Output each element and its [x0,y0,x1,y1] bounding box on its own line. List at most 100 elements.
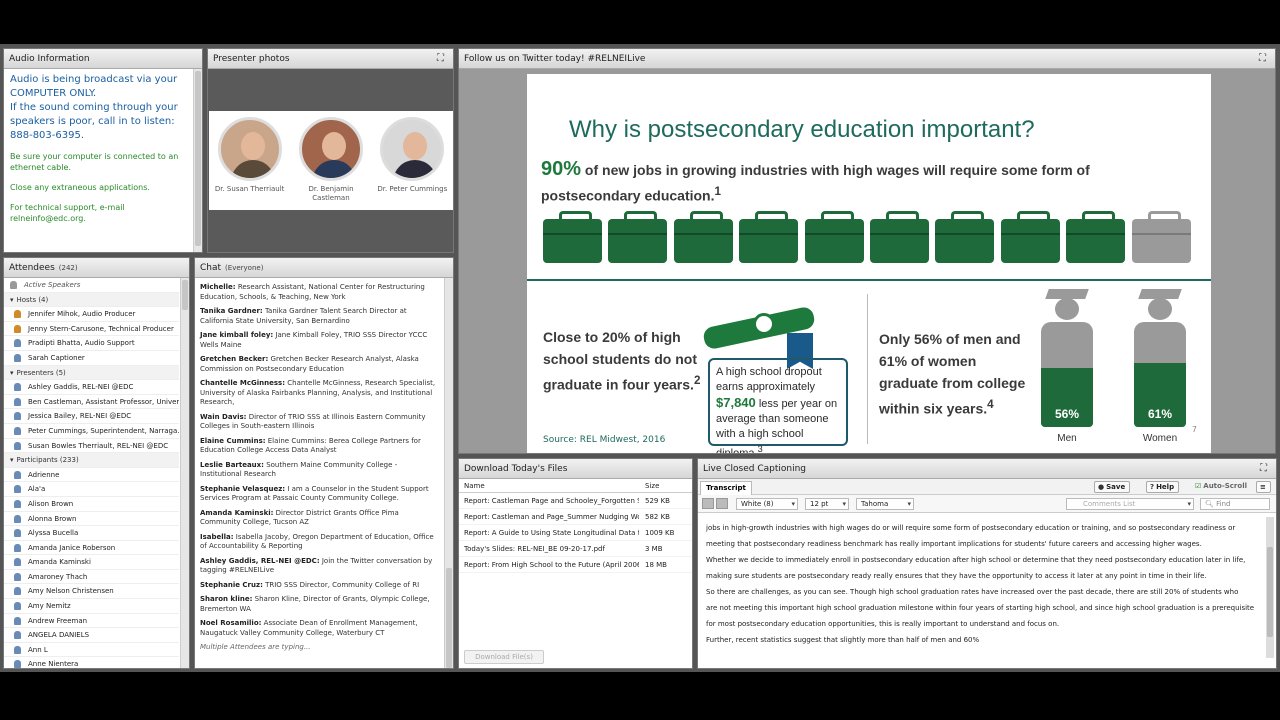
attendee-row[interactable]: Amy Nemitz [4,599,179,614]
audio-scrollbar[interactable] [193,69,202,252]
chevron-down-icon: ▾ [842,500,846,508]
attendee-label: Alonna Brown [28,514,77,523]
save-label: Save [1106,483,1126,491]
attendee-row[interactable]: Adrienne [4,468,179,483]
women-percent: 61% [1147,407,1173,421]
audio-info-body: Audio is being broadcast via your COMPUT… [4,69,202,237]
fullscreen-icon[interactable]: ⛶ [1259,54,1269,64]
user-icon [14,441,21,450]
attendee-row[interactable]: Susan Bowles Therriault, REL-NEI @EDC [4,439,179,454]
earnings-pre: A high school dropout earns approximatel… [716,366,822,393]
chat-message: Stephanie Cruz: TRIO SSS Director, Commu… [200,581,438,591]
chat-message: Tanika Gardner: Tanika Gardner Talent Se… [200,307,438,326]
attendee-row[interactable]: Alonna Brown [4,512,179,527]
comments-list-select[interactable]: Comments List ▾ [1066,498,1194,510]
support-contact[interactable]: For technical support, e-mail relneinfo@… [10,202,196,224]
find-placeholder: Find [1216,500,1231,508]
avatar [380,117,445,181]
file-row[interactable]: Report: Castleman Page and Schooley_Forg… [459,493,692,509]
attendee-label: Susan Bowles Therriault, REL-NEI @EDC [28,441,169,450]
attendee-row[interactable]: Andrew Freeman [4,614,179,629]
font-size-select[interactable]: 12 pt ▾ [805,498,849,510]
attendee-group[interactable]: Hosts (4) [4,292,179,308]
attendee-row[interactable]: Alyssa Bucella [4,526,179,541]
attendee-row[interactable]: Ala'a [4,482,179,497]
attendees-scrollbar[interactable] [180,278,189,668]
attendee-row[interactable]: Amaroney Thach [4,570,179,585]
slide-page-number: 7 [1191,425,1197,434]
attendee-label: Alyssa Bucella [28,529,79,538]
save-button[interactable]: ● Save [1094,481,1131,493]
size-column-header[interactable]: Size [645,479,690,493]
attendee-label: Ben Castleman, Assistant Professor, Univ… [28,397,179,406]
attendee-row[interactable]: Pradipti Bhatta, Audio Support [4,336,179,351]
auto-scroll-toggle[interactable]: ☑ Auto-Scroll [1192,481,1251,493]
briefcase-icon [608,211,668,263]
attendee-label: Amy Nemitz [28,602,71,611]
attendee-row[interactable]: Jenny Stern-Carusone, Technical Producer [4,322,179,337]
attendee-row[interactable]: Amanda Janice Roberson [4,541,179,556]
user-icon [14,353,21,362]
graduate-men-icon: 56% Men [1031,289,1103,449]
download-files-button[interactable]: Download File(s) [464,650,544,664]
help-icon: ? [1150,483,1155,491]
fullscreen-icon[interactable]: ⛶ [437,54,447,64]
attendee-label: Ala'a [28,485,46,494]
chat-message: Isabella: Isabella Jacoby, Oregon Depart… [200,533,438,552]
transcript-line: Whether we decide to immediately enroll … [706,556,1246,564]
attendee-row[interactable]: ANGELA DANIELS [4,628,179,643]
chat-message: Chantelle McGinness: Chantelle McGinness… [200,379,438,408]
fullscreen-icon[interactable]: ⛶ [1260,464,1270,474]
file-size: 529 KB [645,497,670,505]
chat-author: Noel Rosamilio: [200,619,262,627]
menu-button[interactable]: ≡ [1256,481,1271,493]
attendee-row[interactable]: Amy Nelson Christensen [4,584,179,600]
attendees-pod: Attendees(242) Active Speakers Hosts (4)… [3,257,190,669]
attendee-row[interactable]: Ben Castleman, Assistant Professor, Univ… [4,395,179,410]
host-icon [14,310,21,319]
file-row[interactable]: Report: From High School to the Future (… [459,557,692,573]
font-family-select[interactable]: Tahoma ▾ [856,498,914,510]
find-input[interactable]: 🔍︎ Find [1200,498,1270,510]
attendee-row[interactable]: Anne Nientera [4,657,179,668]
chat-scrollbar[interactable] [444,278,453,668]
attendee-group[interactable]: Presenters (5) [4,365,179,381]
chevron-down-icon: ▾ [907,500,911,508]
attendee-row[interactable]: Alison Brown [4,497,179,512]
footnote-4: 4 [987,398,994,411]
file-row[interactable]: Report: Castleman and Page_Summer Nudgin… [459,509,692,525]
attendee-row[interactable]: Peter Cummings, Superintendent, Narraga.… [4,424,179,439]
attendee-count: (242) [58,264,78,272]
file-row[interactable]: Today's Slides: REL-NEI_BE 09-20-17.pdf 3… [459,541,692,557]
layout-alt-icon[interactable] [716,498,728,509]
chat-scope[interactable]: (Everyone) [225,264,263,272]
slide-divider [527,279,1211,281]
attendee-group[interactable]: Participants (233) [4,453,179,468]
attendee-label: Andrew Freeman [28,616,88,625]
footnote-3: 3 [757,444,763,454]
chat-author: Stephanie Velasquez: [200,484,286,493]
attendee-row[interactable]: Jessica Bailey, REL-NEI @EDC [4,409,179,424]
chat-message: Elaine Cummins: Elaine Cummins: Berea Co… [200,437,438,456]
presenter-card: Dr. Benjamin Castleman [291,117,371,210]
attendee-label: Adrienne [28,470,60,479]
attendee-label: Peter Cummings, Superintendent, Narraga.… [28,426,179,435]
help-button[interactable]: ? Help [1146,481,1180,493]
chevron-down-icon: ▾ [1187,500,1191,508]
attendee-row[interactable]: Sarah Captioner [4,351,179,366]
user-icon [14,616,21,625]
name-column-header[interactable]: Name [464,479,639,493]
file-row[interactable]: Report: A Guide to Using State Longitudi… [459,525,692,541]
diploma-icon [701,299,821,369]
attendee-row[interactable]: Jennifer Mihok, Audio Producer [4,307,179,322]
attendee-row[interactable]: Ashley Gaddis, REL-NEI @EDC [4,380,179,395]
attendee-label: Amanda Kaminski [28,558,91,567]
user-icon [14,572,21,581]
layout-icon[interactable] [702,498,714,509]
transcript-scrollbar[interactable] [1266,517,1274,658]
color-select[interactable]: White (8) ▾ [736,498,798,510]
attendee-label: Sarah Captioner [28,353,85,362]
attendee-row[interactable]: Ann L [4,643,179,658]
attendee-row[interactable]: Amanda Kaminski [4,555,179,570]
tab-transcript[interactable]: Transcript [700,481,752,495]
